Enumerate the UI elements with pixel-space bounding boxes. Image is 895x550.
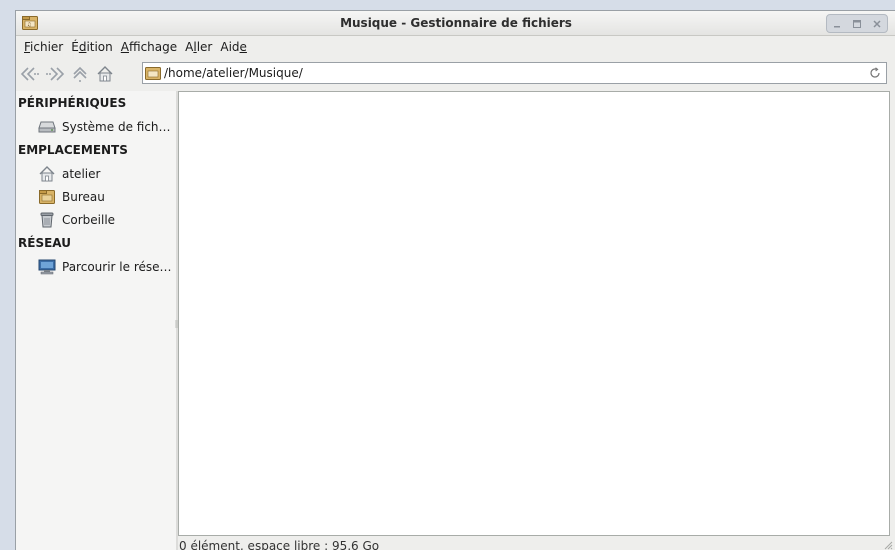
menu-fichier[interactable]: Fichier: [20, 40, 67, 54]
back-icon: [20, 66, 39, 81]
window-controls: [826, 14, 888, 33]
harddisk-icon: [38, 119, 56, 135]
menu-fichier-label: ichier: [30, 40, 64, 54]
toolbar: [16, 60, 895, 87]
home-icon: [97, 65, 113, 81]
menu-aide-label: Aid: [220, 40, 240, 54]
file-manager-window: ♫ Musique - Gestionnaire de fichiers Fic…: [15, 10, 895, 550]
sidebar: PÉRIPHÉRIQUES Système de fich… EMPLACEME…: [16, 91, 176, 550]
desktop-folder-icon: [38, 189, 56, 205]
sidebar-item-label: Système de fich…: [62, 119, 171, 134]
folder-music-icon: [145, 66, 161, 80]
menu-aide-mnemonic: e: [239, 40, 247, 54]
sidebar-item-label: Parcourir le rése…: [62, 259, 172, 274]
section-emplacements: EMPLACEMENTS: [18, 143, 128, 157]
menu-affichage[interactable]: Affichage: [117, 40, 181, 54]
menu-aide[interactable]: Aide: [216, 40, 251, 54]
sidebar-item-label: Bureau: [62, 189, 105, 204]
sidebar-item-label: Corbeille: [62, 212, 116, 227]
location-input[interactable]: [164, 66, 844, 80]
sidebar-item-corbeille[interactable]: Corbeille: [16, 208, 176, 231]
trash-icon: [38, 212, 56, 228]
status-bar: 0 élément, espace libre : 95,6 Go: [179, 539, 380, 550]
network-icon: [38, 259, 56, 275]
home-button[interactable]: [94, 63, 116, 85]
window-title: Musique - Gestionnaire de fichiers: [340, 16, 572, 30]
up-button[interactable]: [69, 63, 91, 85]
sidebar-item-network[interactable]: Parcourir le rése…: [16, 255, 176, 278]
menu-edition[interactable]: Édition: [67, 40, 117, 54]
menu-affichage-label: ffichage: [128, 40, 178, 54]
section-peripheriques: PÉRIPHÉRIQUES: [18, 96, 127, 110]
close-icon[interactable]: [870, 17, 884, 31]
forward-button[interactable]: [44, 63, 66, 85]
forward-icon: [46, 66, 65, 81]
menu-aller-label: ler: [196, 40, 213, 54]
menu-affichage-mnemonic: A: [120, 40, 129, 54]
maximize-icon[interactable]: [850, 17, 864, 31]
sidebar-item-label: atelier: [62, 166, 101, 181]
up-icon: [73, 66, 87, 82]
reload-icon[interactable]: [867, 64, 883, 82]
menu-edition-label-pre: É: [71, 40, 79, 54]
menu-aller[interactable]: Aller: [181, 40, 216, 54]
section-reseau: RÉSEAU: [18, 236, 71, 250]
resize-grip-icon[interactable]: [883, 539, 893, 550]
menu-bar: Fichier Édition Affichage Aller Aide: [16, 36, 895, 58]
home-icon: [38, 165, 56, 182]
menu-edition-label: ition: [86, 40, 113, 54]
location-bar[interactable]: [142, 62, 887, 84]
sidebar-item-filesystem[interactable]: Système de fich…: [16, 115, 176, 138]
title-bar[interactable]: ♫ Musique - Gestionnaire de fichiers: [16, 11, 895, 36]
sidebar-item-bureau[interactable]: Bureau: [16, 185, 176, 208]
back-button[interactable]: [19, 63, 41, 85]
minimize-icon[interactable]: [830, 17, 844, 31]
file-view[interactable]: [178, 91, 890, 536]
sidebar-item-atelier[interactable]: atelier: [16, 162, 176, 185]
